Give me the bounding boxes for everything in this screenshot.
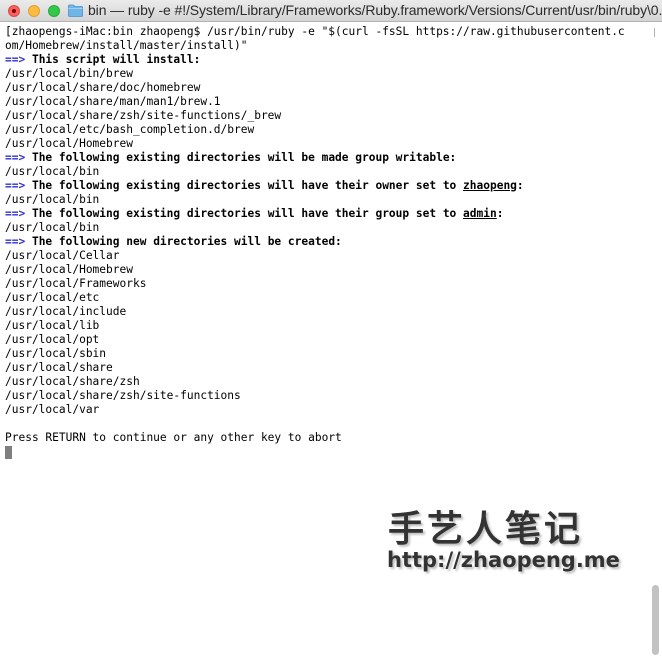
minimize-button[interactable] — [28, 5, 40, 17]
line-text: /usr/local/include — [5, 305, 127, 318]
underlined-name: admin — [463, 207, 497, 220]
line-text: /usr/local/bin — [5, 221, 100, 234]
line-text: /usr/local/lib — [5, 319, 100, 332]
terminal-line: /usr/local/Cellar — [5, 249, 645, 263]
line-text: [zhaopengs-iMac:bin zhaopeng$ /usr/bin/r… — [5, 25, 625, 38]
terminal-line: /usr/local/lib — [5, 319, 645, 333]
line-text: /usr/local/Frameworks — [5, 277, 147, 290]
terminal-line: /usr/local/share/zsh/site-functions — [5, 389, 645, 403]
terminal-line: /usr/local/share/zsh/site-functions/_bre… — [5, 109, 645, 123]
terminal-line: ==> The following existing directories w… — [5, 151, 645, 165]
scrollbar-marker — [654, 28, 655, 37]
terminal-line: /usr/local/bin — [5, 165, 645, 179]
window-title: bin — ruby -e #!/System/Library/Framewor… — [88, 2, 662, 18]
terminal-line: ==> The following existing directories w… — [5, 207, 645, 221]
line-text: /usr/local/var — [5, 403, 100, 416]
line-text: /usr/local/share/zsh/site-functions/_bre… — [5, 109, 282, 122]
terminal-line: /usr/local/share/zsh — [5, 375, 645, 389]
line-tail: : — [516, 179, 524, 192]
line-text: /usr/local/share/zsh — [5, 375, 140, 388]
prompt-arrow: ==> — [5, 151, 26, 164]
terminal-line: /usr/local/etc — [5, 291, 645, 305]
terminal-line: /usr/local/sbin — [5, 347, 645, 361]
terminal-line: /usr/local/bin — [5, 193, 645, 207]
terminal-line: /usr/local/Homebrew — [5, 137, 645, 151]
prompt-arrow: ==> — [5, 53, 26, 66]
folder-icon — [68, 4, 83, 17]
terminal-line: /usr/local/bin/brew — [5, 67, 645, 81]
line-text: /usr/local/etc — [5, 291, 100, 304]
line-text: /usr/local/Cellar — [5, 249, 120, 262]
scrollbar-track[interactable] — [651, 23, 661, 659]
terminal-line: ==> This script will install: — [5, 53, 645, 67]
prompt-arrow: ==> — [5, 207, 26, 220]
line-text: This script will install: — [25, 53, 201, 66]
line-text: /usr/local/etc/bash_completion.d/brew — [5, 123, 255, 136]
line-tail: : — [496, 207, 504, 220]
line-text: /usr/local/bin — [5, 193, 100, 206]
watermark-url: http://zhaopeng.me — [387, 548, 620, 572]
terminal-line: /usr/local/include — [5, 305, 645, 319]
terminal-line: /usr/local/bin — [5, 221, 645, 235]
line-text: The following new directories will be cr… — [25, 235, 342, 248]
terminal-line: /usr/local/var — [5, 403, 645, 417]
underlined-name: zhaopeng — [463, 179, 517, 192]
scrollbar-thumb[interactable] — [652, 585, 659, 655]
line-text: /usr/local/share/doc/homebrew — [5, 81, 201, 94]
terminal-line: ==> The following new directories will b… — [5, 235, 645, 249]
terminal-line: Press RETURN to continue or any other ke… — [5, 431, 645, 445]
terminal-output[interactable]: [zhaopengs-iMac:bin zhaopeng$ /usr/bin/r… — [5, 25, 645, 445]
terminal-line: /usr/local/share/man/man1/brew.1 — [5, 95, 645, 109]
watermark-title: 手艺人笔记 — [388, 509, 584, 550]
terminal-line: /usr/local/opt — [5, 333, 645, 347]
terminal-line: /usr/local/Frameworks — [5, 277, 645, 291]
line-text: /usr/local/bin/brew — [5, 67, 133, 80]
line-text: Press RETURN to continue or any other ke… — [5, 431, 342, 444]
line-text: /usr/local/share — [5, 361, 113, 374]
close-button[interactable] — [8, 5, 20, 17]
line-text: /usr/local/bin — [5, 165, 100, 178]
zoom-button[interactable] — [48, 5, 60, 17]
prompt-arrow: ==> — [5, 235, 26, 248]
terminal-line: /usr/local/share/doc/homebrew — [5, 81, 645, 95]
line-text: /usr/local/opt — [5, 333, 100, 346]
terminal-line: ==> The following existing directories w… — [5, 179, 645, 193]
line-text: /usr/local/share/man/man1/brew.1 — [5, 95, 221, 108]
line-text: /usr/local/sbin — [5, 347, 107, 360]
prompt-arrow: ==> — [5, 179, 26, 192]
line-text: The following existing directories will … — [25, 151, 457, 164]
terminal-line: om/Homebrew/install/master/install)" — [5, 39, 645, 53]
title-bar[interactable]: bin — ruby -e #!/System/Library/Framewor… — [0, 0, 662, 22]
terminal-line: /usr/local/Homebrew — [5, 263, 645, 277]
line-text: /usr/local/Homebrew — [5, 137, 133, 150]
line-text: om/Homebrew/install/master/install)" — [5, 39, 248, 52]
terminal-cursor — [5, 446, 12, 459]
line-text: /usr/local/Homebrew — [5, 263, 133, 276]
line-text: /usr/local/share/zsh/site-functions — [5, 389, 241, 402]
line-text: The following existing directories will … — [25, 207, 464, 220]
line-text: The following existing directories will … — [25, 179, 464, 192]
terminal-line: [zhaopengs-iMac:bin zhaopeng$ /usr/bin/r… — [5, 25, 645, 39]
terminal-line: /usr/local/share — [5, 361, 645, 375]
terminal-line: /usr/local/etc/bash_completion.d/brew — [5, 123, 645, 137]
